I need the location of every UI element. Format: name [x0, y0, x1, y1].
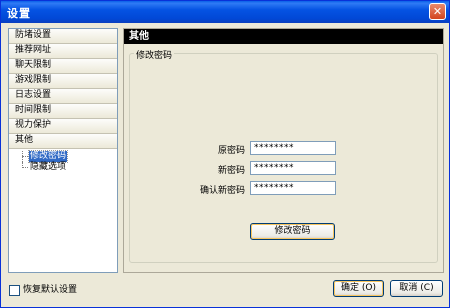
ok-button[interactable]: 确定 (O) [333, 280, 384, 297]
title-bar[interactable]: 设置 ✕ [1, 1, 449, 23]
new-password-field[interactable]: ******** [250, 161, 336, 175]
restore-defaults-checkbox[interactable] [9, 285, 20, 296]
category-item-anti-block[interactable]: 防堵设置 [9, 29, 117, 44]
change-password-button[interactable]: 修改密码 [250, 223, 335, 240]
group-title: 修改密码 [134, 48, 175, 61]
old-password-field[interactable]: ******** [250, 141, 336, 155]
confirm-password-field[interactable]: ******** [250, 181, 336, 195]
tree-connector [22, 167, 28, 169]
category-item-recommended-sites[interactable]: 推荐网址 [9, 44, 117, 59]
category-item-time-limit[interactable]: 时间限制 [9, 104, 117, 119]
category-item-other[interactable]: 其他 [9, 134, 117, 149]
confirm-password-label: 确认新密码 [199, 186, 245, 196]
tree-item-hide-options[interactable]: 隐藏选项 [9, 162, 117, 173]
settings-panel: 其他 修改密码 原密码 ******** 新密码 ******** 确认新密码 … [123, 28, 444, 273]
tree-item-label: 修改密码 [27, 150, 69, 163]
new-password-label: 新密码 [217, 166, 245, 176]
category-item-eye-protection[interactable]: 视力保护 [9, 119, 117, 134]
category-panel: 防堵设置 推荐网址 聊天限制 游戏限制 日志设置 时间限制 视力保护 其他 修改… [8, 28, 118, 273]
category-item-chat-limit[interactable]: 聊天限制 [9, 59, 117, 74]
restore-defaults-label: 恢复默认设置 [23, 285, 78, 295]
cancel-button[interactable]: 取消 (C) [390, 280, 443, 297]
window-title: 设置 [7, 7, 31, 20]
category-item-game-limit[interactable]: 游戏限制 [9, 74, 117, 89]
tree-item-change-password[interactable]: 修改密码 [9, 150, 117, 163]
category-item-log-settings[interactable]: 日志设置 [9, 89, 117, 104]
old-password-label: 原密码 [217, 146, 245, 156]
tree-connector [22, 156, 28, 158]
panel-header: 其他 [124, 29, 443, 44]
password-group: 修改密码 原密码 ******** 新密码 ******** 确认新密码 ***… [129, 48, 438, 263]
close-icon[interactable]: ✕ [429, 3, 446, 20]
settings-window: 设置 ✕ 防堵设置 推荐网址 聊天限制 游戏限制 日志设置 时间限制 视力保护 … [0, 0, 450, 308]
option-tree: 修改密码 隐藏选项 [9, 149, 117, 173]
tree-item-label: 隐藏选项 [30, 162, 67, 172]
